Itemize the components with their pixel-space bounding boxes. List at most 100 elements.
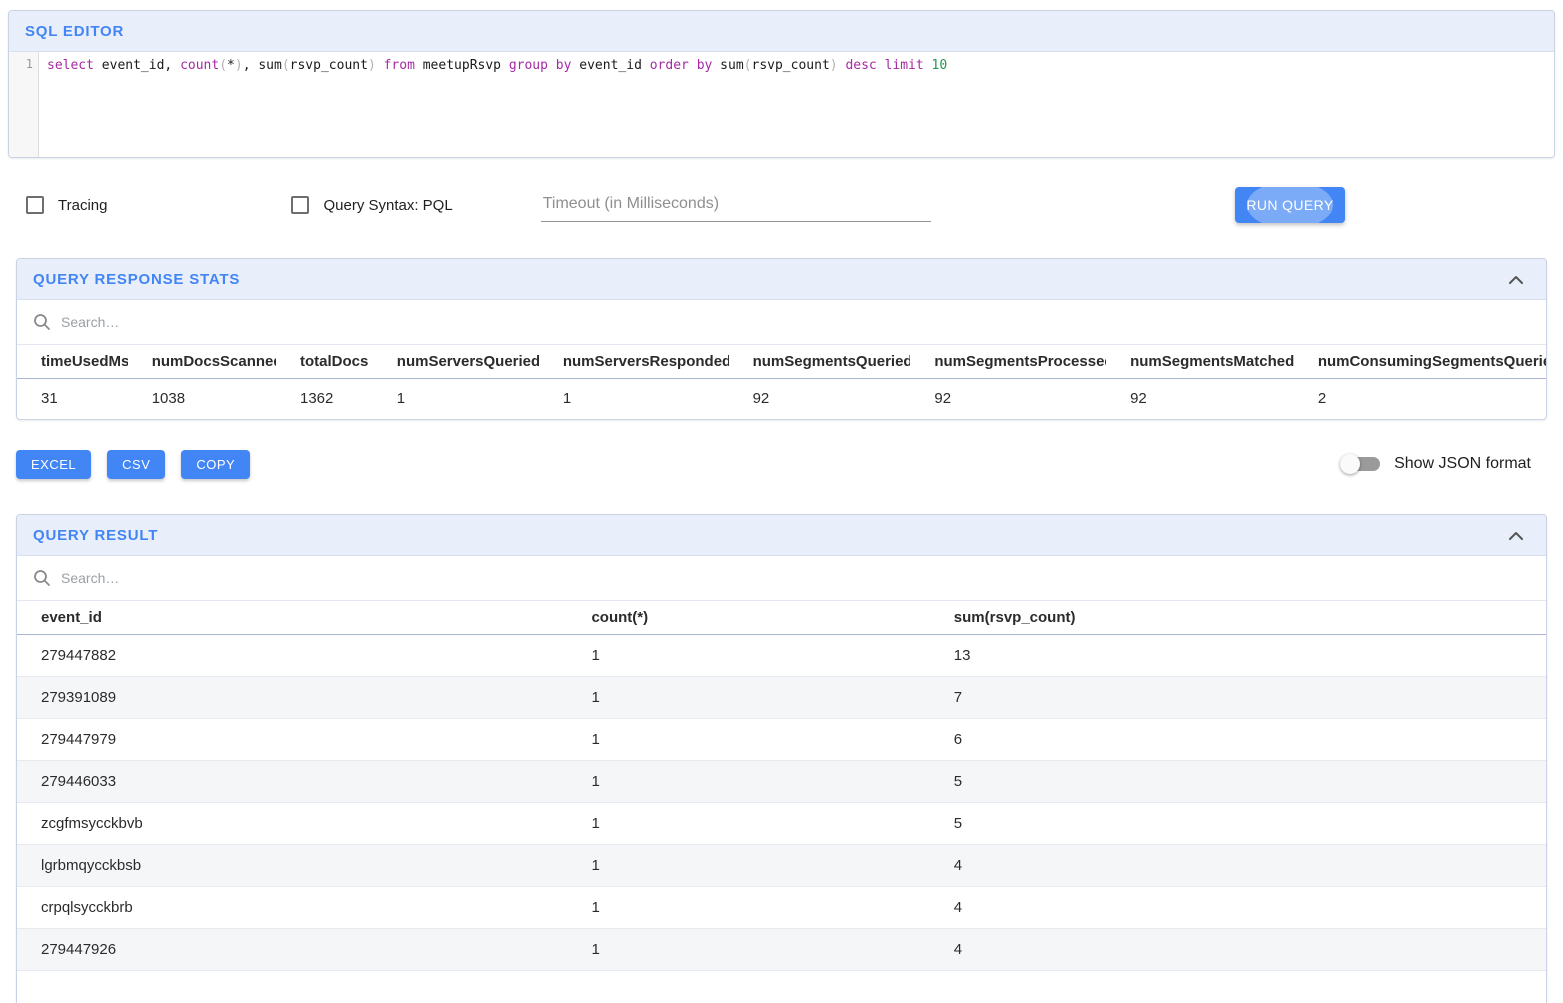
table-cell: 5 (930, 803, 1546, 845)
table-cell: 5 (930, 761, 1546, 803)
table-cell: 2 (1294, 379, 1546, 420)
copy-button[interactable]: COPY (181, 450, 250, 479)
table-cell: 279446033 (17, 761, 567, 803)
table-cell: 7 (930, 677, 1546, 719)
table-cell (930, 971, 1546, 1003)
table-cell: 92 (1106, 379, 1294, 420)
result-panel-header: QUERY RESULT (17, 515, 1546, 556)
column-header[interactable]: totalDocs (276, 345, 373, 379)
stats-collapse-button[interactable] (1504, 271, 1528, 288)
code-area[interactable]: select event_id, count(*), sum(rsvp_coun… (39, 52, 1554, 157)
table-row: zcgfmsycckbvb15 (17, 803, 1546, 845)
table-cell: 1 (567, 677, 929, 719)
table-cell: 31 (17, 379, 128, 420)
table-cell: crpqlsycckbrb (17, 887, 567, 929)
result-table: event_idcount(*)sum(rsvp_count)279447882… (17, 600, 1546, 1003)
timeout-input[interactable] (541, 189, 931, 222)
table-row (17, 971, 1546, 1003)
tracing-checkbox[interactable] (26, 196, 44, 214)
table-cell: 1 (567, 761, 929, 803)
table-cell: 1 (567, 803, 929, 845)
query-console-page: SQL EDITOR 1 select event_id, count(*), … (0, 0, 1563, 1003)
search-icon (33, 313, 51, 331)
result-panel-title: QUERY RESULT (33, 527, 158, 544)
run-query-button[interactable]: RUN QUERY (1235, 187, 1345, 223)
table-row: 27939108917 (17, 677, 1546, 719)
column-header[interactable]: numSegmentsQueried (729, 345, 911, 379)
table-cell: 1 (567, 887, 929, 929)
table-cell: 1 (567, 635, 929, 677)
table-cell: 279391089 (17, 677, 567, 719)
table-cell: 4 (930, 887, 1546, 929)
pql-control: Query Syntax: PQL (291, 196, 452, 214)
pql-checkbox[interactable] (291, 196, 309, 214)
query-result-panel: QUERY RESULT event_idcount(*)sum(rsvp_co… (16, 514, 1547, 1003)
table-cell: 6 (930, 719, 1546, 761)
table-cell: 279447979 (17, 719, 567, 761)
table-row: lgrbmqycckbsb14 (17, 845, 1546, 887)
stats-search-input[interactable] (61, 314, 1530, 330)
column-header[interactable]: numDocsScanned (128, 345, 276, 379)
stats-panel-header: QUERY RESPONSE STATS (17, 259, 1546, 300)
json-format-toggle-group: Show JSON format (1346, 455, 1531, 473)
export-row: EXCEL CSV COPY Show JSON format (16, 449, 1547, 479)
column-header[interactable]: sum(rsvp_count) (930, 601, 1546, 635)
table-cell: lgrbmqycckbsb (17, 845, 567, 887)
table-cell: 92 (910, 379, 1106, 420)
chevron-up-icon (1508, 275, 1524, 284)
table-cell: 1 (373, 379, 539, 420)
table-row: 27944792614 (17, 929, 1546, 971)
table-row: 279447882113 (17, 635, 1546, 677)
toggle-knob[interactable] (1340, 454, 1360, 474)
table-cell: 1 (539, 379, 729, 420)
line-number: 1 (26, 57, 33, 71)
result-collapse-button[interactable] (1504, 527, 1528, 544)
sql-code-line[interactable]: select event_id, count(*), sum(rsvp_coun… (47, 56, 1554, 75)
column-header[interactable]: numSegmentsProcessed (910, 345, 1106, 379)
column-header[interactable]: numConsumingSegmentsQueried (1294, 345, 1546, 379)
csv-button[interactable]: CSV (107, 450, 165, 479)
sql-code-editor[interactable]: 1 select event_id, count(*), sum(rsvp_co… (9, 52, 1554, 157)
column-header[interactable]: numSegmentsMatched (1106, 345, 1294, 379)
stats-search-row (17, 300, 1546, 344)
line-number-gutter: 1 (9, 52, 39, 157)
table-cell: 92 (729, 379, 911, 420)
search-icon (33, 569, 51, 587)
table-cell: 1 (567, 929, 929, 971)
table-cell (17, 971, 567, 1003)
show-json-label: Show JSON format (1394, 455, 1531, 473)
column-header[interactable]: numServersQueried (373, 345, 539, 379)
table-row: crpqlsycckbrb14 (17, 887, 1546, 929)
table-row: 27944797916 (17, 719, 1546, 761)
sql-editor-header: SQL EDITOR (9, 11, 1554, 52)
excel-button[interactable]: EXCEL (16, 450, 91, 479)
table-cell: zcgfmsycckbvb (17, 803, 567, 845)
sql-editor-title: SQL EDITOR (25, 23, 124, 40)
table-cell: 1 (567, 719, 929, 761)
table-cell: 1038 (128, 379, 276, 420)
table-cell: 13 (930, 635, 1546, 677)
table-cell: 1362 (276, 379, 373, 420)
sql-editor-panel: SQL EDITOR 1 select event_id, count(*), … (8, 10, 1555, 158)
stats-table: timeUsedMsnumDocsScannedtotalDocsnumServ… (17, 344, 1546, 419)
chevron-up-icon (1508, 531, 1524, 540)
show-json-toggle[interactable] (1346, 457, 1380, 471)
stats-panel-title: QUERY RESPONSE STATS (33, 271, 240, 288)
tracing-control: Tracing (26, 196, 107, 214)
table-row: 3110381362119292922 (17, 379, 1546, 420)
pql-label: Query Syntax: PQL (323, 197, 452, 214)
column-header[interactable]: numServersResponded (539, 345, 729, 379)
result-search-row (17, 556, 1546, 600)
table-cell: 4 (930, 929, 1546, 971)
table-row: 27944603315 (17, 761, 1546, 803)
column-header[interactable]: timeUsedMs (17, 345, 128, 379)
table-cell (567, 971, 929, 1003)
tracing-label: Tracing (58, 197, 107, 214)
table-cell: 1 (567, 845, 929, 887)
table-cell: 279447882 (17, 635, 567, 677)
column-header[interactable]: event_id (17, 601, 567, 635)
result-search-input[interactable] (61, 570, 1530, 586)
column-header[interactable]: count(*) (567, 601, 929, 635)
table-cell: 4 (930, 845, 1546, 887)
table-cell: 279447926 (17, 929, 567, 971)
